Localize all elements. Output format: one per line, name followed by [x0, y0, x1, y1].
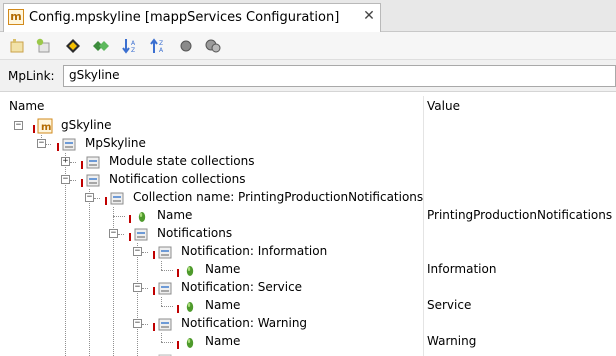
- mplink-field[interactable]: gSkyline: [63, 65, 616, 87]
- tree-row-label: gSkyline: [61, 118, 112, 132]
- config-group-icon: [157, 352, 173, 356]
- expand-icon[interactable]: +: [61, 157, 70, 166]
- config-group-icon: [85, 154, 101, 170]
- tree-row-label: Name: [157, 208, 193, 222]
- collapse-icon[interactable]: −: [133, 247, 142, 256]
- required-marker: [33, 125, 35, 133]
- required-marker: [177, 305, 179, 313]
- svg-text:Z: Z: [131, 47, 135, 54]
- tree-row-value[interactable]: Information: [427, 262, 496, 276]
- add-icon[interactable]: [34, 37, 52, 55]
- tree-row[interactable]: − Notification: Warning: [0, 315, 616, 333]
- config-group-icon: [85, 172, 101, 188]
- sort-desc-icon[interactable]: AZ: [121, 37, 139, 55]
- tree-row[interactable]: Name Information: [0, 261, 616, 279]
- tree-row[interactable]: − Notification collections: [0, 171, 616, 189]
- expand-icon[interactable]: [92, 37, 110, 55]
- tab-title: Config.mpskyline [mappServices Configura…: [29, 10, 340, 25]
- required-marker: [81, 161, 83, 169]
- parameter-icon: [182, 262, 198, 278]
- svg-text:A: A: [159, 47, 164, 54]
- new-icon[interactable]: [8, 37, 26, 55]
- config-group-icon: [157, 280, 173, 296]
- config-group-icon: [133, 226, 149, 242]
- tree-row[interactable]: − Collection name: PrintingProductionNot…: [0, 189, 616, 207]
- required-marker: [81, 179, 83, 187]
- tree-row-label: Name: [205, 298, 241, 312]
- parameter-icon: [134, 208, 150, 224]
- required-marker: [153, 323, 155, 331]
- sort-asc-icon[interactable]: ZA: [149, 37, 167, 55]
- mplink-bar: MpLink: gSkyline: [0, 60, 616, 92]
- mapp-module-icon: m: [37, 118, 53, 134]
- mplink-label: MpLink:: [8, 69, 55, 83]
- collapse-icon[interactable]: −: [133, 283, 142, 292]
- tree-row-label: Notification: Information: [181, 244, 328, 258]
- svg-text:Z: Z: [159, 40, 163, 47]
- tree-row-label: Collection name: PrintingProductionNotif…: [133, 190, 424, 204]
- collapse-icon[interactable]: −: [85, 193, 94, 202]
- config-group-icon: [61, 136, 77, 152]
- tree-row-label: MpSkyline: [85, 136, 146, 150]
- tree-row[interactable]: − Notifications: [0, 225, 616, 243]
- svg-text:m: m: [41, 122, 51, 133]
- required-marker: [153, 251, 155, 259]
- required-marker: [177, 269, 179, 277]
- parameter-icon: [182, 298, 198, 314]
- required-marker: [129, 215, 131, 223]
- column-header-value[interactable]: Value: [427, 99, 460, 113]
- required-marker: [105, 197, 107, 205]
- collapse-icon[interactable]: −: [133, 319, 142, 328]
- tree-row-label: Notification: Service: [181, 280, 303, 294]
- tree-row-label: Notification: Warning: [181, 316, 308, 330]
- svg-text:A: A: [131, 40, 136, 47]
- required-marker: [153, 287, 155, 295]
- tree-row[interactable]: − MpSkyline: [0, 135, 616, 153]
- tree-row[interactable]: Name PrintingProductionNotifications: [0, 207, 616, 225]
- toolbar: AZ ZA: [0, 32, 616, 60]
- tree-row[interactable]: − Notification: Information: [0, 243, 616, 261]
- circle-icon[interactable]: [177, 37, 195, 55]
- config-group-icon: [109, 190, 125, 206]
- required-marker: [57, 143, 59, 151]
- editor-tab[interactable]: m Config.mpskyline [mappServices Configu…: [3, 3, 381, 32]
- tree-row-label: Name: [205, 334, 241, 348]
- mapp-config-icon: m: [8, 9, 24, 25]
- tree-row-partial: [0, 351, 616, 356]
- tree-header: Name Value: [0, 96, 616, 116]
- collapse-icon[interactable]: −: [61, 175, 70, 184]
- column-header-name[interactable]: Name: [9, 99, 44, 113]
- required-marker: [129, 233, 131, 241]
- tree-row-label: Notifications: [157, 226, 233, 240]
- collapse-icon[interactable]: −: [14, 121, 23, 130]
- tree-row[interactable]: + Module state collections: [0, 153, 616, 171]
- tree-row[interactable]: − Notification: Service: [0, 279, 616, 297]
- move-icon[interactable]: [64, 37, 82, 55]
- tree-row[interactable]: Name Warning: [0, 333, 616, 351]
- close-icon[interactable]: ✕: [361, 7, 377, 25]
- tree-row-value[interactable]: Service: [427, 298, 471, 312]
- tree-row[interactable]: Name Service: [0, 297, 616, 315]
- tree-row-value[interactable]: Warning: [427, 334, 476, 348]
- tree-row[interactable]: − m gSkyline: [0, 117, 616, 135]
- gears-icon[interactable]: [204, 37, 222, 55]
- config-group-icon: [157, 316, 173, 332]
- tree-row-value[interactable]: PrintingProductionNotifications: [427, 208, 612, 222]
- tree-row-label: Module state collections: [109, 154, 255, 168]
- collapse-icon[interactable]: −: [109, 229, 118, 238]
- collapse-icon[interactable]: −: [37, 139, 46, 148]
- tree-row-label: Notification collections: [109, 172, 246, 186]
- required-marker: [177, 341, 179, 349]
- tree-row-label: Name: [205, 262, 241, 276]
- editor-tab-bar: m Config.mpskyline [mappServices Configu…: [0, 0, 616, 32]
- config-group-icon: [157, 244, 173, 260]
- parameter-icon: [182, 334, 198, 350]
